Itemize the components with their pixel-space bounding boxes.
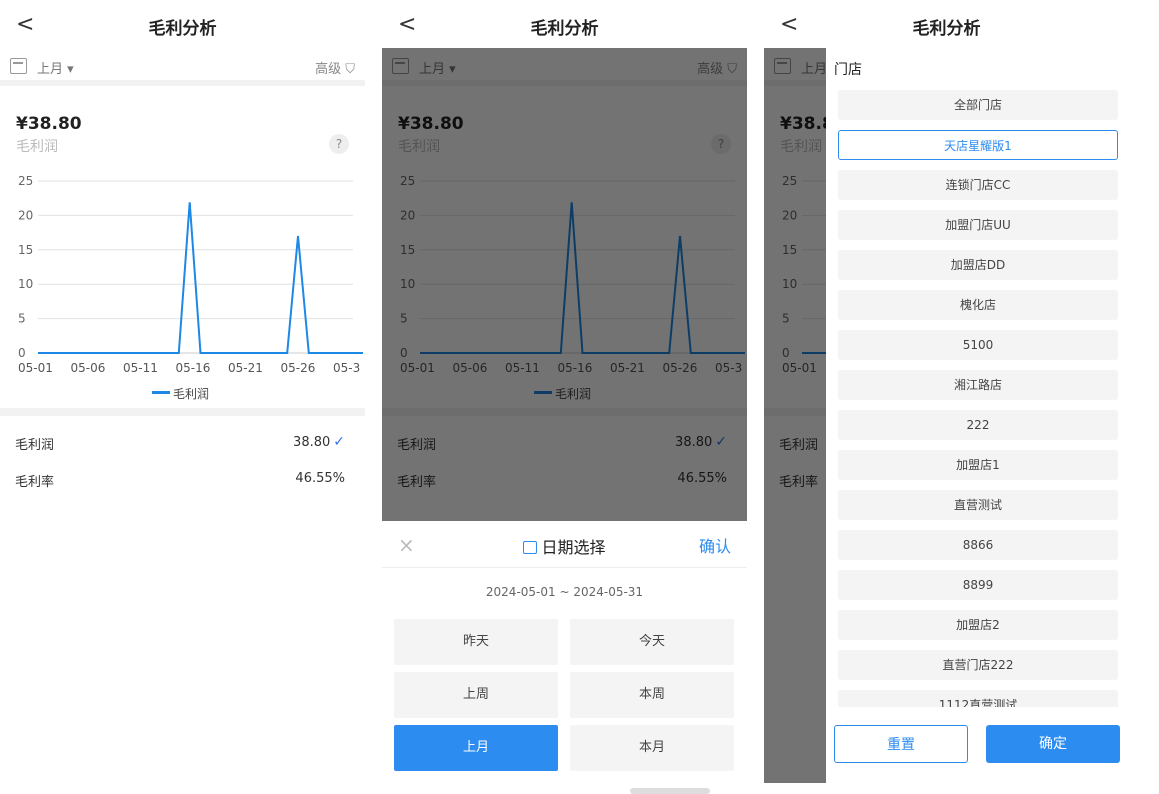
screen-analysis: < 毛利分析 上月 ▾ 高级 ⛉ ¥38.80 毛利润 ? 0 5 10 15 20 25… [0, 0, 365, 794]
store-option[interactable]: 8899 [838, 570, 1118, 600]
store-option[interactable]: 直营测试 [838, 490, 1118, 520]
panel-title: 门店 [834, 62, 862, 78]
x-tick-label: 05-11 [123, 361, 158, 375]
check-icon: ✓ [333, 434, 345, 450]
top-bar: < 毛利分析 [0, 0, 365, 48]
metric-value: 38.80 [293, 435, 331, 450]
x-tick-label: 05-06 [71, 361, 106, 375]
store-option[interactable]: 加盟门店UU [838, 210, 1118, 240]
option-last-month[interactable]: 上月 [394, 725, 558, 771]
kpi-value: ¥38.80 [16, 114, 82, 134]
store-option[interactable]: 直营门店222 [838, 650, 1118, 680]
store-option[interactable]: 全部门店 [838, 90, 1118, 120]
y-tick-label: 25 [18, 174, 33, 188]
legend-label: 毛利润 [173, 387, 209, 401]
option-this-month[interactable]: 本月 [570, 725, 734, 771]
x-tick-label: 05-3 [333, 361, 360, 375]
option-last-week[interactable]: 上周 [394, 672, 558, 718]
y-tick-label: 0 [18, 346, 26, 360]
option-yesterday[interactable]: 昨天 [394, 619, 558, 665]
metric-value: 46.55% [295, 471, 345, 486]
legend-swatch [152, 391, 170, 394]
store-filter-panel: 门店 全部门店天店星耀版1 连锁门店CC 加盟门店UU 加盟店DD 槐化店 5100 湘江路… [826, 48, 1129, 783]
home-indicator [630, 788, 710, 794]
store-option[interactable]: 连锁门店CC [838, 170, 1118, 200]
store-option[interactable]: 1112直营测试 [838, 690, 1118, 707]
calendar-icon[interactable] [10, 58, 27, 74]
x-tick-label: 05-01 [18, 361, 53, 375]
metric-label: 毛利率 [15, 475, 55, 490]
y-tick-label: 15 [18, 243, 33, 257]
top-bar: < 毛利分析 [764, 0, 1129, 48]
option-this-week[interactable]: 本周 [570, 672, 734, 718]
page-title: 毛利分析 [912, 19, 981, 39]
page-title: 毛利分析 [148, 19, 217, 39]
calendar-icon [523, 541, 538, 554]
ok-button[interactable]: 确定 [986, 725, 1120, 763]
store-option[interactable]: 加盟店DD [838, 250, 1118, 280]
store-option[interactable]: 湘江路店 [838, 370, 1118, 400]
store-option[interactable]: 222 [838, 410, 1118, 440]
divider [382, 567, 747, 568]
y-tick-label: 5 [18, 312, 26, 326]
help-icon[interactable]: ? [329, 134, 349, 154]
divider [0, 408, 365, 416]
screen-store-filter: < 毛利分析 上月 ▾ 高级 ⛉ ¥38.80 毛利润 051015202505… [764, 0, 1129, 794]
period-selector[interactable]: 上月 ▾ [37, 58, 74, 77]
kpi-label: 毛利润 [16, 139, 58, 155]
filter-bar: 上月 ▾ 高级 ⛉ [0, 48, 365, 86]
x-tick-label: 05-16 [176, 361, 211, 375]
sheet-title: 日期选择 [382, 534, 747, 558]
x-tick-label: 05-26 [281, 361, 316, 375]
series-line [38, 202, 363, 354]
store-option[interactable]: 槐化店 [838, 290, 1118, 320]
x-tick-label: 05-21 [228, 361, 263, 375]
page-title: 毛利分析 [530, 19, 599, 39]
metric-row-profit[interactable]: 毛利润 38.80✓ [15, 434, 345, 453]
store-list[interactable]: 全部门店天店星耀版1 连锁门店CC 加盟门店UU 加盟店DD 槐化店 5100 湘江路店 22… [826, 90, 1129, 707]
confirm-button[interactable]: 确认 [699, 533, 731, 557]
store-option[interactable]: 加盟店2 [838, 610, 1118, 640]
reset-button[interactable]: 重置 [834, 725, 968, 763]
store-option[interactable]: 加盟店1 [838, 450, 1118, 480]
option-today[interactable]: 今天 [570, 619, 734, 665]
date-range-text: 2024-05-01 ~ 2024-05-31 [485, 585, 644, 599]
top-bar: < 毛利分析 [382, 0, 747, 48]
metric-label: 毛利润 [15, 438, 55, 453]
y-tick-label: 20 [18, 208, 33, 222]
store-option[interactable]: 8866 [838, 530, 1118, 560]
metric-row-margin[interactable]: 毛利率 46.55% [15, 471, 345, 490]
advanced-filter-button[interactable]: 高级 ⛉ [315, 58, 355, 77]
date-picker-sheet: × 日期选择 确认 2024-05-01 ~ 2024-05-31 昨天 今天 … [382, 521, 747, 794]
store-option[interactable]: 天店星耀版1 [838, 130, 1118, 160]
y-tick-label: 10 [18, 277, 33, 291]
screen-date-picker: < 毛利分析 上月 ▾ 高级 ⛉ ¥38.80 毛利润 ? 0510152025… [382, 0, 747, 794]
profit-chart: 0 5 10 15 20 25 05-01 05-06 05-11 05-16 05-21 05-26… [18, 174, 363, 401]
store-option[interactable]: 5100 [838, 330, 1118, 360]
